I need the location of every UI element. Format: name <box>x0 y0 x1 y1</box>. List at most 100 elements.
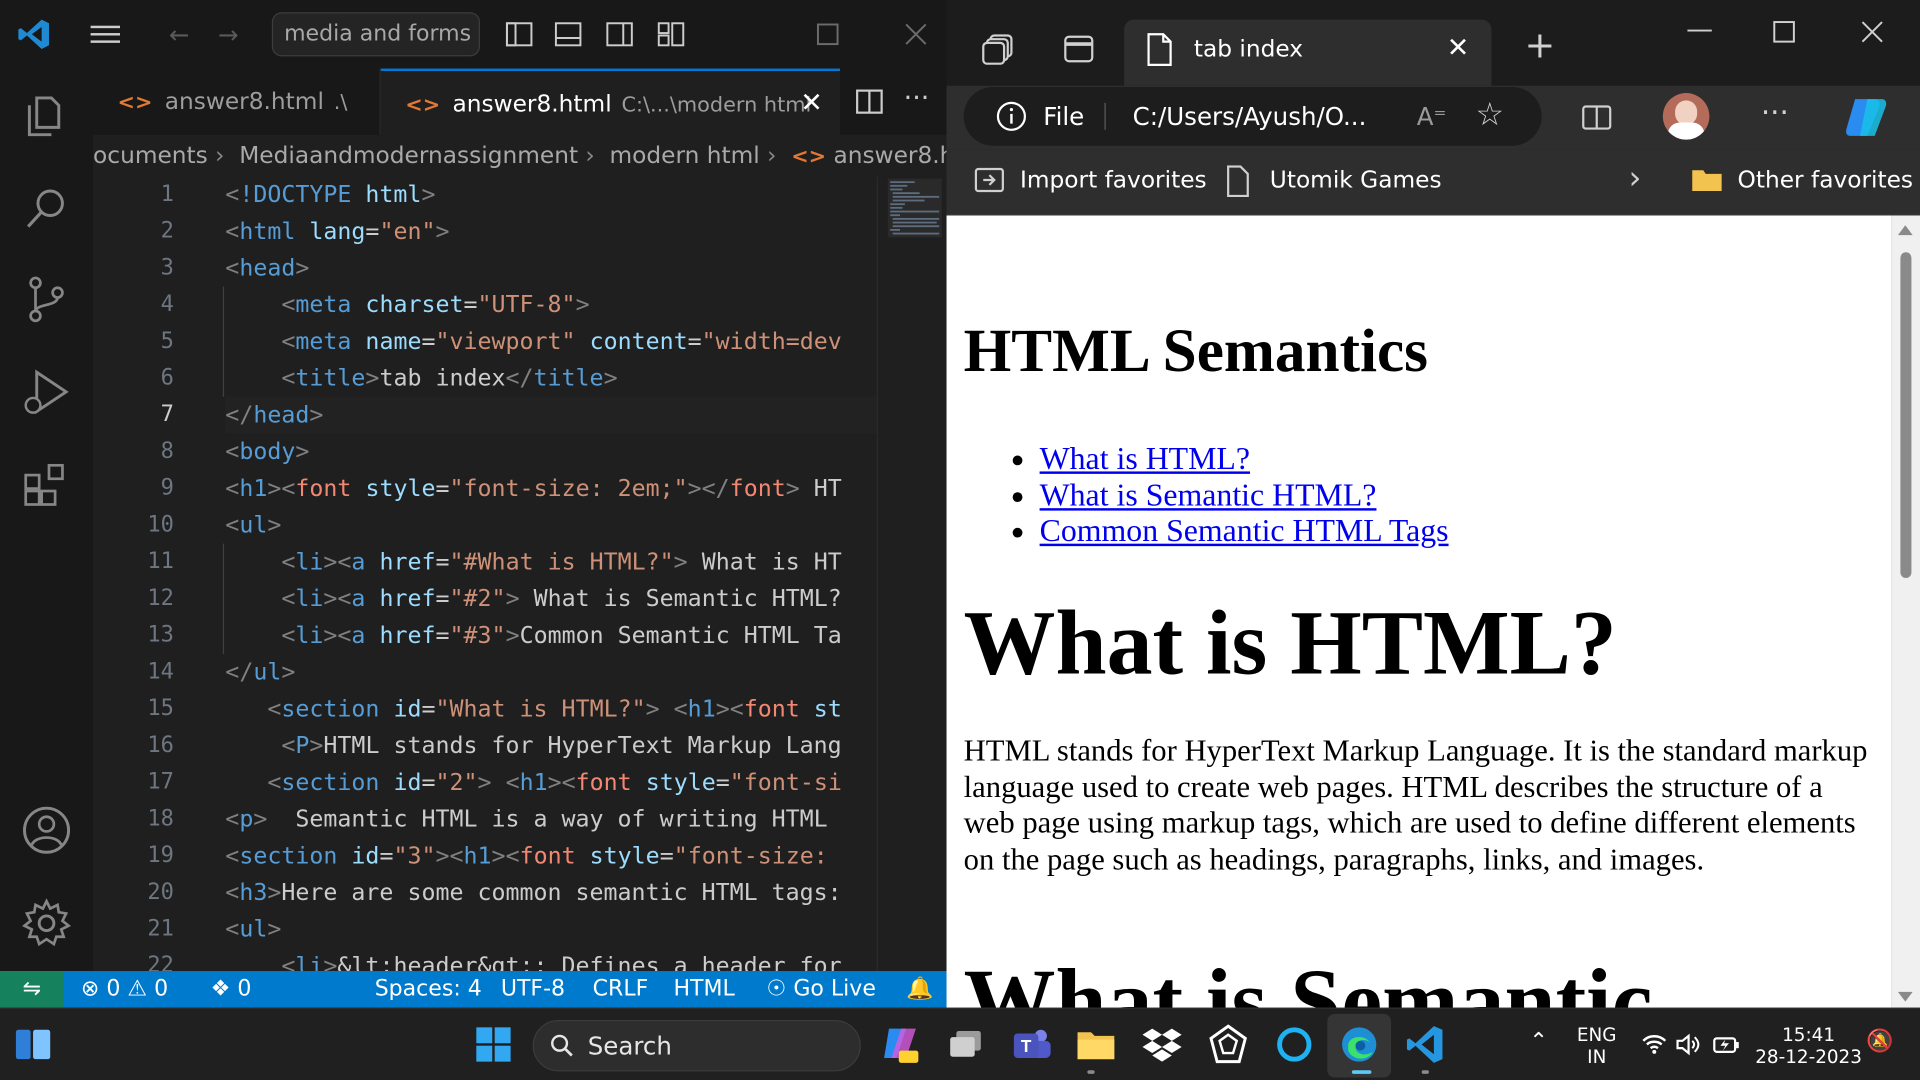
language-mode-status[interactable]: HTML <box>673 971 734 1008</box>
info-icon[interactable] <box>996 100 1028 132</box>
back-arrow-icon[interactable]: ← <box>169 20 190 49</box>
other-favorites-folder[interactable]: Other favorites <box>1691 149 1913 210</box>
code-editor[interactable]: 1 2 3 4 5 6 7 8 9 10 11 12 13 14 15 16 1… <box>93 176 877 971</box>
teams-icon[interactable]: T <box>1011 1024 1053 1066</box>
address-bar[interactable]: File C:/Users/Ayush/O... A⁼ ☆ <box>963 86 1542 146</box>
line-number: 11 <box>147 548 174 575</box>
profile-avatar[interactable] <box>1662 93 1710 140</box>
settings-more-icon[interactable]: ··· <box>1761 96 1789 130</box>
customize-layout-icon[interactable] <box>656 20 685 49</box>
edge-icon[interactable] <box>1338 1024 1380 1066</box>
copilot-icon[interactable] <box>1840 94 1889 141</box>
link-what-is-html[interactable]: What is HTML? <box>1040 441 1250 477</box>
utomik-games-label: Utomik Games <box>1269 166 1442 194</box>
minimize-icon[interactable]: — <box>1686 15 1713 46</box>
show-hidden-icons-chevron-icon[interactable]: ⌃ <box>1529 1029 1547 1055</box>
broadcast-icon: ❖ <box>210 975 231 1002</box>
close-tab-icon[interactable]: ✕ <box>800 71 823 137</box>
scroll-up-arrow-icon[interactable] <box>1897 225 1913 236</box>
import-favorites-link[interactable]: Import favorites <box>973 149 1207 210</box>
start-windows-icon[interactable] <box>473 1024 515 1066</box>
task-view-icon[interactable] <box>945 1024 987 1066</box>
scrollbar-thumb[interactable] <box>1900 252 1912 578</box>
tab-path: C:\...\modern html <box>621 93 812 118</box>
tab-actions-icon[interactable] <box>1063 33 1095 65</box>
extensions-icon[interactable] <box>20 458 74 512</box>
more-actions-icon[interactable]: ··· <box>904 69 930 130</box>
browser-tab-active[interactable]: tab index ✕ <box>1124 19 1492 86</box>
clock[interactable]: 15:41 28-12-2023 <box>1753 1024 1863 1068</box>
widgets-icon[interactable] <box>12 1024 54 1066</box>
read-aloud-icon[interactable]: A⁼ <box>1417 87 1447 146</box>
split-screen-icon[interactable] <box>1581 102 1613 134</box>
toggle-secondary-sidebar-icon[interactable] <box>605 20 634 49</box>
input-language-indicator[interactable]: ENG IN <box>1575 1024 1619 1068</box>
minimap[interactable] <box>876 176 947 972</box>
split-editor-icon[interactable] <box>855 87 884 116</box>
encoding-status[interactable]: UTF-8 <box>501 971 565 1008</box>
close-window-icon[interactable] <box>901 20 930 49</box>
maximize-icon[interactable] <box>813 20 842 49</box>
hamburger-menu-icon[interactable] <box>88 20 122 49</box>
tab-title: tab index <box>1193 35 1304 63</box>
html-file-icon: <> <box>405 93 441 118</box>
html-file-icon: <> <box>791 144 827 169</box>
favorites-bar: Import favorites Utomik Games › Other fa… <box>946 148 1920 216</box>
command-center-search[interactable]: media and forms h <box>271 12 481 57</box>
windows-taskbar: Search T ⌃ ENG IN 15:41 28-12-2023 🔕 <box>0 1007 1920 1080</box>
cortana-icon[interactable] <box>1273 1024 1315 1066</box>
wifi-icon[interactable] <box>1641 1031 1668 1058</box>
remote-indicator-icon[interactable]: ⇋ <box>0 971 64 1008</box>
tab-answer8-active[interactable]: <> answer8.html C:\...\modern html ✕ <box>380 68 841 137</box>
taskbar-search-box[interactable]: Search <box>532 1020 861 1072</box>
notifications-bell-icon[interactable]: 🔔 <box>906 971 933 1008</box>
list-item: Common Semantic HTML Tags <box>1040 513 1449 549</box>
go-live-button[interactable]: ☉ Go Live <box>767 971 876 1008</box>
favorite-star-icon[interactable]: ☆ <box>1476 87 1505 145</box>
scroll-down-arrow-icon[interactable] <box>1897 991 1913 1002</box>
chevron-right-icon[interactable]: › <box>1629 148 1642 209</box>
vscode-taskbar-icon[interactable] <box>1404 1024 1446 1066</box>
file-explorer-icon[interactable] <box>1075 1024 1117 1066</box>
forward-arrow-icon[interactable]: → <box>218 20 239 49</box>
page-scrollbar[interactable] <box>1891 215 1920 1008</box>
xbox-app-icon[interactable] <box>1207 1024 1249 1066</box>
breadcrumb-item[interactable]: ocuments <box>93 142 208 169</box>
line-number: 8 <box>160 438 174 465</box>
explorer-icon[interactable] <box>20 88 74 142</box>
source-control-icon[interactable] <box>20 272 74 326</box>
breadcrumb: ocuments › Mediaandmodernassignment › mode… <box>93 135 946 177</box>
link-common-semantic-tags[interactable]: Common Semantic HTML Tags <box>1040 513 1449 549</box>
problems-indicator[interactable]: ⊗ 0 ⚠ 0 <box>81 971 168 1008</box>
close-window-icon[interactable] <box>1860 20 1884 44</box>
dropbox-icon[interactable] <box>1141 1024 1183 1066</box>
breadcrumb-item[interactable]: answer8.html <box>833 142 946 169</box>
workspaces-icon[interactable] <box>981 32 1015 66</box>
toggle-sidebar-icon[interactable] <box>504 20 533 49</box>
battery-charging-icon[interactable] <box>1712 1031 1741 1058</box>
search-icon <box>551 1034 573 1057</box>
utomik-games-link[interactable]: Utomik Games <box>1226 149 1442 210</box>
toggle-panel-icon[interactable] <box>553 20 582 49</box>
maximize-icon[interactable] <box>1772 20 1796 44</box>
copilot-preview-icon[interactable] <box>879 1024 921 1066</box>
accounts-icon[interactable] <box>20 803 74 857</box>
breadcrumb-item[interactable]: modern html <box>609 142 759 169</box>
code-line: <body> <box>225 438 310 466</box>
indentation-status[interactable]: Spaces: 4 <box>375 971 482 1008</box>
breadcrumb-item[interactable]: Mediaandmodernassignment <box>239 142 578 169</box>
import-favorites-label: Import favorites <box>1020 166 1207 194</box>
settings-gear-icon[interactable] <box>20 896 74 950</box>
tab-answer8-local[interactable]: <> answer8.html .\ <box>93 68 381 135</box>
volume-icon[interactable] <box>1675 1031 1702 1058</box>
ports-indicator[interactable]: ❖ 0 <box>211 971 252 1008</box>
notification-bell-icon[interactable]: 🔕 <box>1866 1029 1893 1055</box>
new-tab-plus-icon[interactable]: + <box>1524 24 1555 67</box>
next-section-heading: What is Semantic <box>963 951 1653 1008</box>
eol-status[interactable]: CRLF <box>593 971 649 1008</box>
close-tab-icon[interactable]: ✕ <box>1447 20 1470 79</box>
link-what-is-semantic-html[interactable]: What is Semantic HTML? <box>1040 477 1377 513</box>
search-icon[interactable] <box>20 181 74 235</box>
code-line: <p> Semantic HTML is a way of writing HT… <box>225 805 828 833</box>
run-and-debug-icon[interactable] <box>20 365 74 419</box>
